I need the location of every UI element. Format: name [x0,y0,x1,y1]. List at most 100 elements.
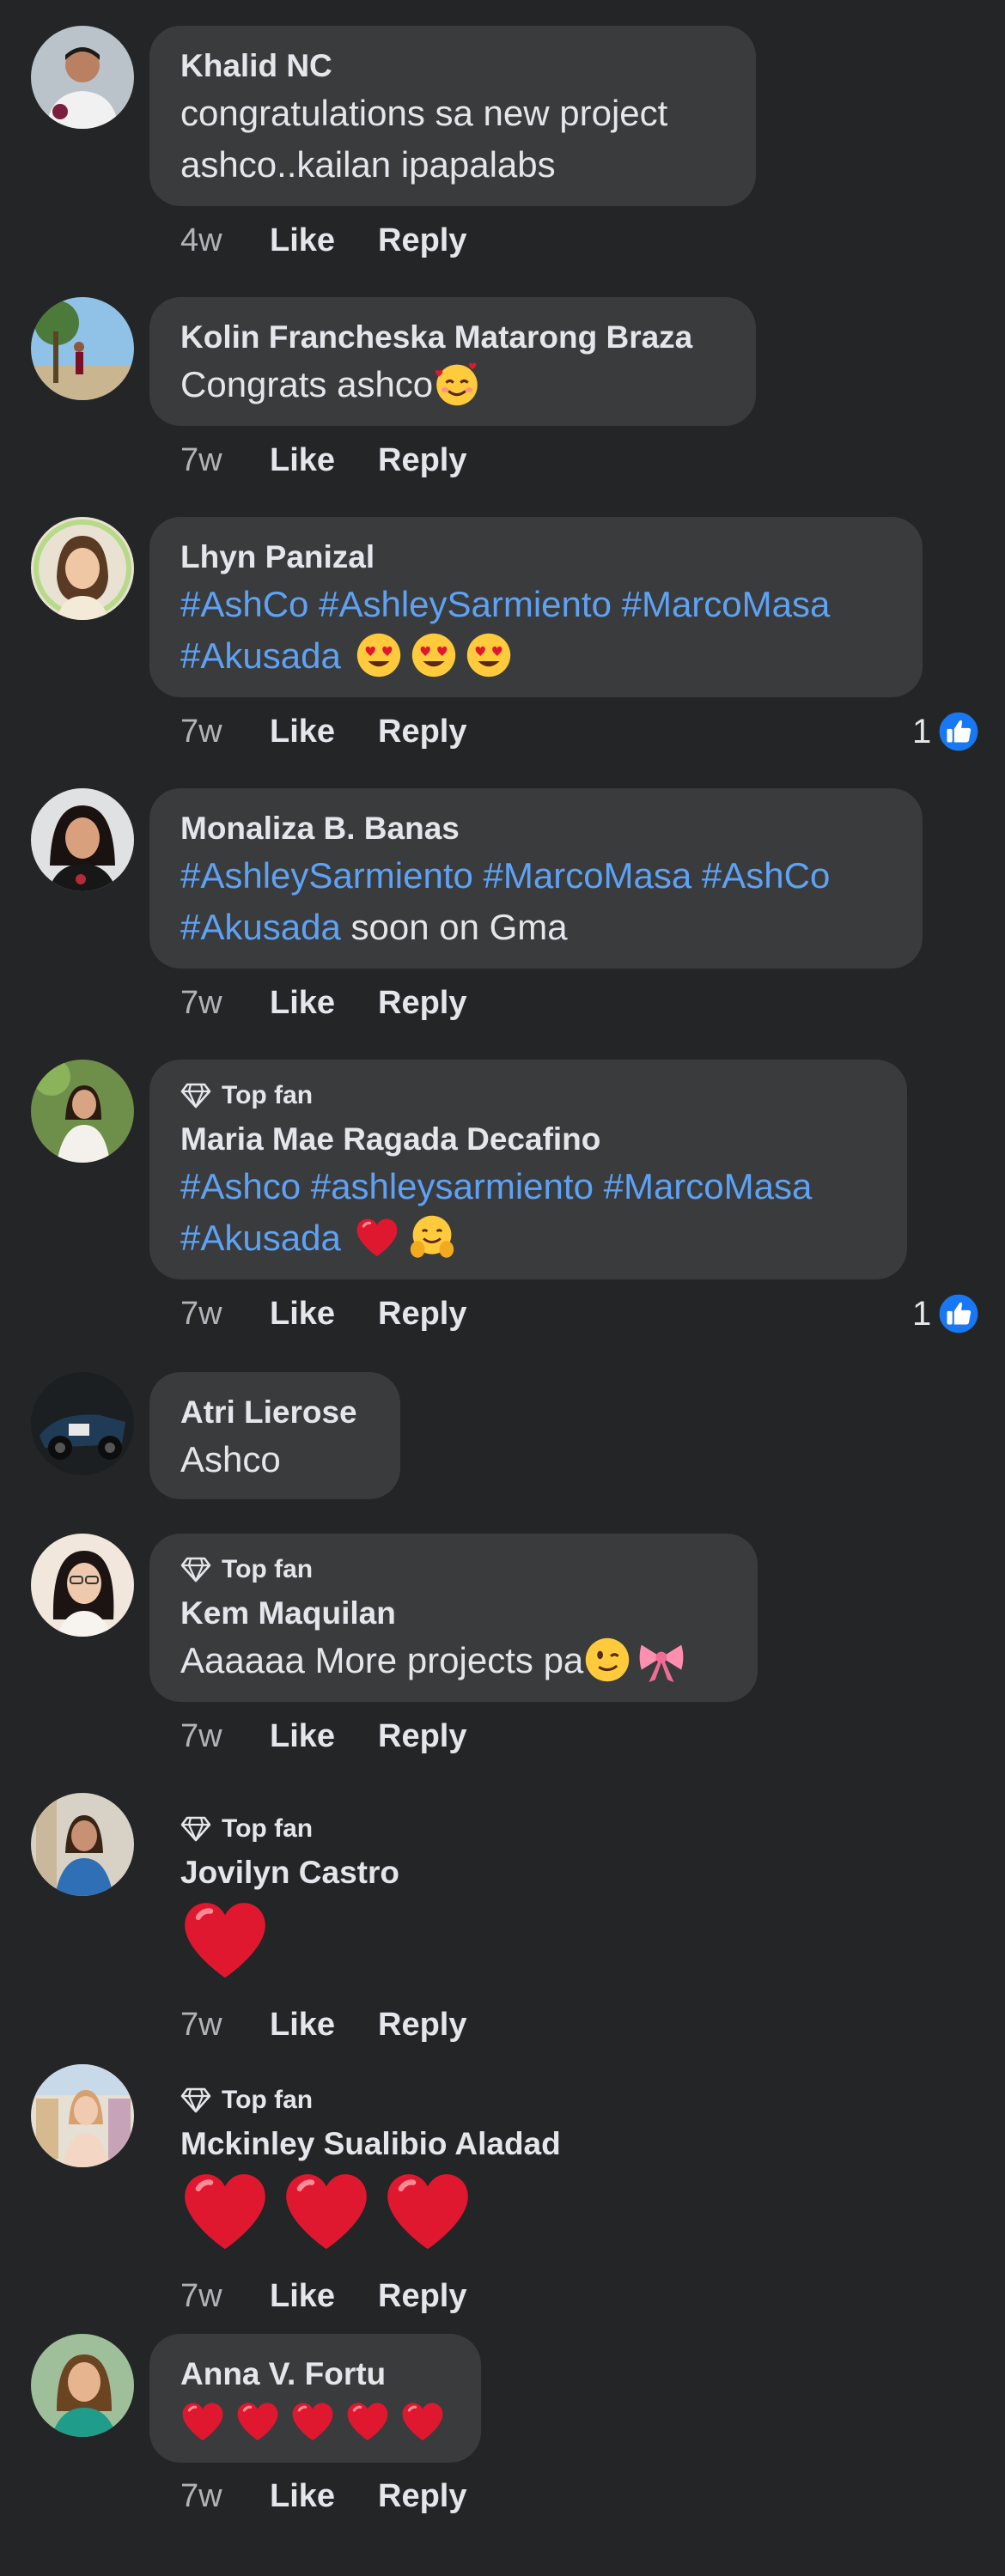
comment-bubble[interactable]: Lhyn Panizal #AshCo #AshleySarmiento #Ma… [149,517,923,697]
avatar-photo [31,1534,134,1637]
comment-bubble[interactable]: Top fan Kem Maquilan Aaaaaa More project… [149,1534,758,1702]
top-fan-badge[interactable]: Top fan [180,1078,876,1113]
comment-timestamp[interactable]: 7w [180,2475,270,2518]
avatar[interactable] [31,26,134,129]
diamond-icon [180,2087,211,2113]
like-button[interactable]: Like [270,981,378,1024]
hashtag-link[interactable]: #AshleySarmiento #MarcoMasa #AshCo [180,850,892,902]
red-heart-icon [290,2401,335,2442]
avatar[interactable] [31,1372,134,1475]
avatar-photo [31,517,134,620]
reaction-count[interactable]: 1 [912,708,981,756]
avatar[interactable] [31,1793,134,1896]
avatar-photo [31,297,134,400]
comment-actions: 7w Like Reply [180,2003,466,2046]
reaction-number: 1 [912,712,932,750]
top-fan-label: Top fan [222,1814,314,1843]
emoji-row [180,1899,634,1980]
avatar[interactable] [31,2064,134,2167]
comment-actions: 7w Like Reply [180,2475,466,2518]
comment-text-line: #Akusada [180,1212,876,1264]
comment-author[interactable]: Lhyn Panizal [180,536,892,579]
comment-actions: 7w Like Reply [180,1292,466,1335]
red-heart-icon [383,2171,472,2251]
comment-author[interactable]: Kolin Francheska Matarong Braza [180,316,725,359]
reply-button[interactable]: Reply [378,710,466,753]
like-reaction-icon [936,1291,981,1336]
comment-author[interactable]: Khalid NC [180,45,725,88]
heart-eyes-icon [465,631,513,679]
heart-eyes-icon [355,631,403,679]
hashtag-link[interactable]: #Akusada [180,635,341,676]
like-button[interactable]: Like [270,1292,378,1335]
comment-bubble[interactable]: Top fan Jovilyn Castro [149,1793,665,1982]
comment-actions: 7w Like Reply [180,981,466,1024]
comment-text-line: Ashco [180,1439,281,1479]
hugging-face-icon [408,1213,456,1261]
diamond-icon [180,1816,211,1842]
like-button[interactable]: Like [270,219,378,262]
comment-bubble[interactable]: Anna V. Fortu [149,2334,481,2463]
reply-button[interactable]: Reply [378,1715,466,1758]
comment-bubble[interactable]: Kolin Francheska Matarong Braza Congrats… [149,297,756,426]
top-fan-label: Top fan [222,2086,314,2114]
comment-timestamp[interactable]: 7w [180,1292,270,1335]
comment-timestamp[interactable]: 7w [180,2003,270,2046]
reply-button[interactable]: Reply [378,439,466,482]
like-button[interactable]: Like [270,710,378,753]
hashtag-link[interactable]: #Akusada [180,1218,341,1258]
comment-actions: 7w Like Reply [180,2275,466,2318]
reply-button[interactable]: Reply [378,981,466,1024]
avatar[interactable] [31,517,134,620]
comment-author[interactable]: Maria Mae Ragada Decafino [180,1118,876,1161]
comment-text: Aaaaaa More projects pa [180,1640,584,1680]
comment-actions: 7w Like Reply [180,439,466,482]
avatar-photo [31,1793,134,1896]
avatar[interactable] [31,2334,134,2437]
comment-timestamp[interactable]: 7w [180,710,270,753]
comment-timestamp[interactable]: 7w [180,981,270,1024]
comment-timestamp[interactable]: 7w [180,2275,270,2318]
comment-timestamp[interactable]: 4w [180,219,270,262]
reply-button[interactable]: Reply [378,2003,466,2046]
hashtag-link[interactable]: #Akusada [180,907,341,947]
top-fan-badge[interactable]: Top fan [180,1552,727,1587]
comment-bubble[interactable]: Khalid NC congratulations sa new project… [149,26,756,206]
reaction-count[interactable]: 1 [912,1290,981,1338]
avatar[interactable] [31,1060,134,1163]
like-button[interactable]: Like [270,1715,378,1758]
comment-author[interactable]: Anna V. Fortu [180,2353,450,2396]
comment-timestamp[interactable]: 7w [180,1715,270,1758]
comment-author[interactable]: Atri Lierose [180,1391,369,1434]
reply-button[interactable]: Reply [378,219,466,262]
like-reaction-icon [936,709,981,754]
comment-bubble[interactable]: Top fan Maria Mae Ragada Decafino #Ashco… [149,1060,907,1279]
comment-bubble[interactable]: Monaliza B. Banas #AshleySarmiento #Marc… [149,788,923,969]
comment-author[interactable]: Monaliza B. Banas [180,807,892,850]
like-button[interactable]: Like [270,439,378,482]
top-fan-badge[interactable]: Top fan [180,2083,634,2117]
comment-bubble[interactable]: Atri Lierose Ashco [149,1372,400,1499]
winking-face-icon [583,1636,631,1684]
comment-timestamp[interactable]: 7w [180,439,270,482]
comment-author[interactable]: Mckinley Sualibio Aladad [180,2123,634,2166]
red-heart-icon [355,1217,399,1258]
hashtag-link[interactable]: #AshCo #AshleySarmiento #MarcoMasa [180,579,892,630]
avatar[interactable] [31,1534,134,1637]
like-button[interactable]: Like [270,2275,378,2318]
reply-button[interactable]: Reply [378,2275,466,2318]
reply-button[interactable]: Reply [378,1292,466,1335]
avatar[interactable] [31,788,134,891]
comments-feed: Khalid NC congratulations sa new project… [0,0,1005,2576]
heart-eyes-icon [410,631,458,679]
comment-bubble[interactable]: Top fan Mckinley Sualibio Aladad [149,2064,665,2253]
avatar[interactable] [31,297,134,400]
hashtag-link[interactable]: #Ashco #ashleysarmiento #MarcoMasa [180,1161,876,1212]
like-button[interactable]: Like [270,2475,378,2518]
comment-author[interactable]: Kem Maquilan [180,1592,727,1635]
reply-button[interactable]: Reply [378,2475,466,2518]
top-fan-badge[interactable]: Top fan [180,1812,634,1846]
comment-author[interactable]: Jovilyn Castro [180,1851,634,1894]
like-button[interactable]: Like [270,2003,378,2046]
comment-text: Congrats ashco [180,364,434,404]
